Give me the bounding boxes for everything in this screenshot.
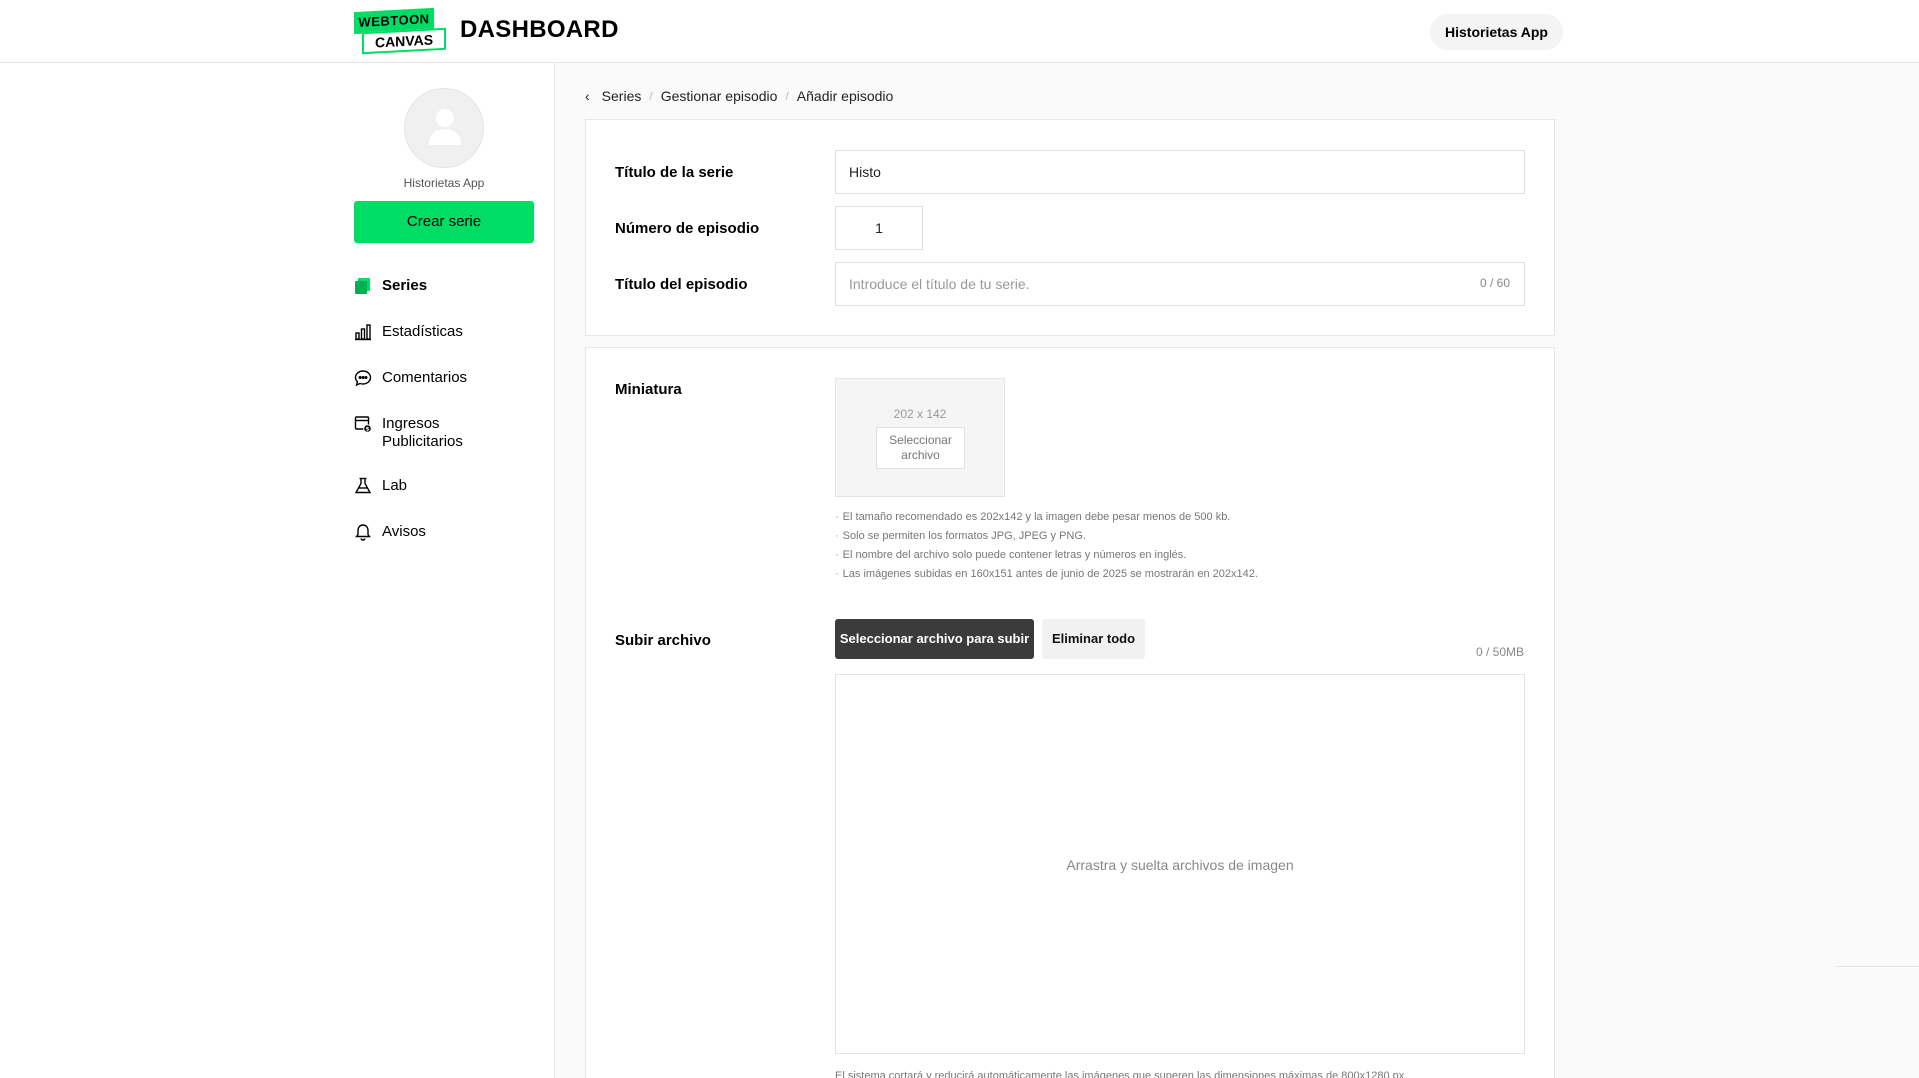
thumbnail-note: Solo se permiten los formatos JPG, JPEG …: [835, 527, 1258, 546]
avatar[interactable]: [404, 88, 484, 168]
episode-number-label: Número de episodio: [615, 220, 760, 237]
top-header: WEBTOON CANVAS DASHBOARD Historietas App: [0, 0, 1919, 63]
sidebar-item-comments[interactable]: Comentarios: [354, 369, 467, 387]
thumbnail-note: Las imágenes subidas en 160x151 antes de…: [835, 565, 1258, 584]
breadcrumb: ‹ Series / Gestionar episodio / Añadir e…: [585, 88, 893, 104]
upload-resize-note: El sistema cortará y reducirá automática…: [835, 1070, 1408, 1078]
sidebar-item-label: Series: [382, 277, 428, 294]
breadcrumb-item-manage-episode[interactable]: Gestionar episodio: [661, 88, 778, 104]
select-file-to-upload-button[interactable]: Seleccionar archivo para subir: [835, 619, 1034, 659]
episode-number-input[interactable]: [835, 206, 923, 250]
sidebar-item-label: Ingresos Publicitarios: [382, 415, 463, 451]
dashboard-title: DASHBOARD: [460, 16, 619, 43]
thumbnail-note: El nombre del archivo solo puede contene…: [835, 546, 1258, 565]
thumbnail-upload-box[interactable]: 202 x 142 Seleccionar archivo: [835, 378, 1005, 497]
sidebar-item-ad-revenue[interactable]: $ Ingresos Publicitarios: [354, 415, 463, 451]
sidebar-item-label-line1: Ingresos: [382, 415, 440, 432]
thumbnail-notes: El tamaño recomendado es 202x142 y la im…: [835, 508, 1258, 584]
stats-icon: [355, 324, 371, 341]
dropzone-hint: Arrastra y suelta archivos de imagen: [1066, 857, 1294, 873]
sidebar-item-label-line2: Publicitarios: [382, 433, 463, 450]
ad-revenue-icon: $: [354, 416, 372, 433]
sidebar-item-label: Avisos: [382, 523, 426, 540]
series-title-label: Título de la serie: [615, 164, 734, 181]
header-user-button[interactable]: Historietas App: [1430, 14, 1563, 50]
breadcrumb-item-series[interactable]: Series: [602, 88, 642, 104]
lab-flask-icon: [354, 477, 372, 494]
thumbnail-label: Miniatura: [615, 381, 682, 398]
right-gutter-divider: [1836, 966, 1919, 967]
sidebar-item-label: Estadísticas: [382, 323, 463, 340]
upload-size-counter: 0 / 50MB: [1475, 645, 1524, 659]
delete-all-button[interactable]: Eliminar todo: [1042, 619, 1145, 659]
create-series-button[interactable]: Crear serie: [354, 201, 534, 243]
sidebar-item-notices[interactable]: Avisos: [354, 523, 426, 541]
breadcrumb-separator: /: [649, 89, 653, 103]
episode-title-char-counter: 0 / 60: [1479, 276, 1510, 290]
image-dropzone[interactable]: Arrastra y suelta archivos de imagen: [835, 674, 1525, 1054]
sidebar-item-series[interactable]: Series: [354, 277, 427, 295]
sidebar-user-name: Historietas App: [403, 176, 485, 190]
series-icon: [355, 278, 370, 294]
breadcrumb-item-add-episode: Añadir episodio: [796, 88, 894, 104]
sidebar-item-lab[interactable]: Lab: [354, 477, 407, 495]
user-silhouette-icon: [429, 109, 461, 145]
bell-icon: [355, 524, 371, 541]
svg-text:$: $: [366, 427, 370, 433]
thumbnail-note: El tamaño recomendado es 202x142 y la im…: [835, 508, 1258, 527]
sidebar-item-statistics[interactable]: Estadísticas: [354, 323, 463, 341]
episode-title-label: Título del episodio: [615, 276, 748, 293]
logo-canvas-text: CANVAS: [362, 27, 446, 55]
webtoon-canvas-logo[interactable]: WEBTOON CANVAS: [354, 7, 446, 55]
thumbnail-size-hint: 202 x 142: [893, 407, 947, 421]
back-chevron-icon[interactable]: ‹: [585, 88, 590, 104]
thumbnail-select-file-button[interactable]: Seleccionar archivo: [876, 427, 965, 469]
episode-title-input[interactable]: [835, 262, 1525, 306]
sidebar-item-label: Comentarios: [382, 369, 468, 386]
thumbnail-button-line1: Seleccionar: [889, 433, 952, 447]
thumbnail-button-line2: archivo: [901, 448, 940, 462]
comments-icon: [354, 370, 372, 387]
breadcrumb-separator: /: [785, 89, 789, 103]
upload-file-label: Subir archivo: [615, 632, 711, 649]
series-title-input[interactable]: [835, 150, 1525, 194]
sidebar-item-label: Lab: [382, 477, 408, 494]
right-gutter: [1836, 63, 1919, 1078]
